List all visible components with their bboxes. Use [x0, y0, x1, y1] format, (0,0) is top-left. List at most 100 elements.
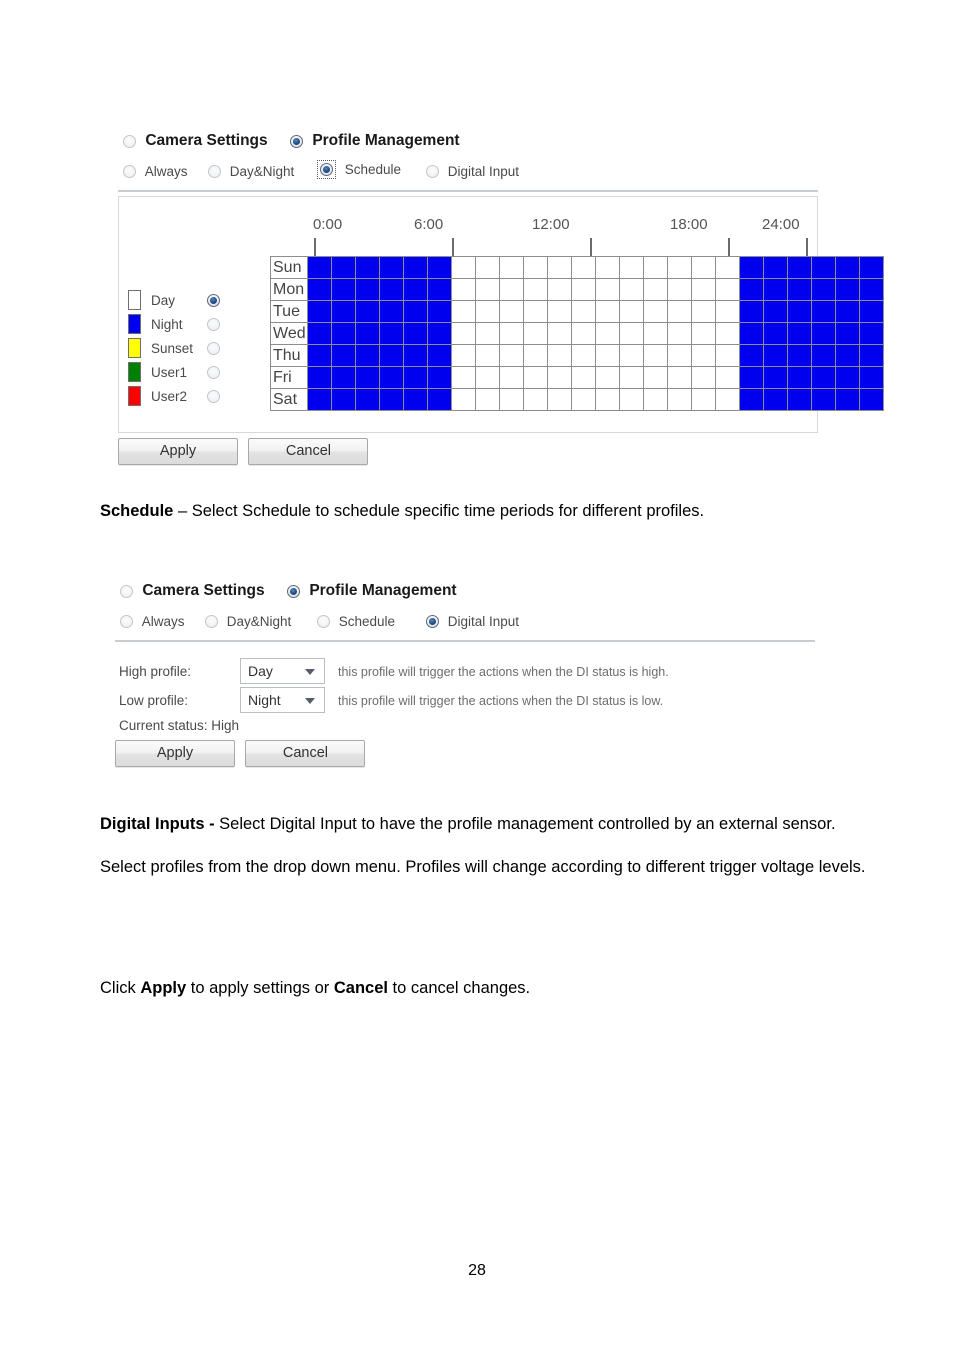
di-radio-daynight-indicator[interactable]: [205, 614, 218, 628]
schedule-cell[interactable]: [306, 322, 332, 345]
schedule-cell[interactable]: [498, 388, 524, 411]
schedule-cell[interactable]: [786, 322, 812, 345]
schedule-cell[interactable]: [642, 322, 668, 345]
di-radio-daynight[interactable]: Day&Night: [205, 613, 291, 629]
schedule-cell[interactable]: [354, 278, 380, 301]
schedule-cell[interactable]: [810, 366, 836, 389]
schedule-cell[interactable]: [426, 256, 452, 279]
schedule-cell[interactable]: [306, 388, 332, 411]
schedule-cell[interactable]: [474, 300, 500, 323]
radio-camera-settings[interactable]: Camera Settings: [123, 132, 268, 150]
schedule-cell[interactable]: [450, 278, 476, 301]
schedule-cell[interactable]: [786, 344, 812, 367]
schedule-cell[interactable]: [546, 344, 572, 367]
schedule-cell[interactable]: [570, 366, 596, 389]
schedule-cell[interactable]: [450, 322, 476, 345]
schedule-cell[interactable]: [810, 322, 836, 345]
schedule-cell[interactable]: [618, 300, 644, 323]
legend-radio-user2[interactable]: [207, 389, 220, 403]
schedule-cell[interactable]: [498, 300, 524, 323]
schedule-cancel-button[interactable]: Cancel: [248, 438, 369, 465]
digital-input-apply-button[interactable]: Apply: [115, 740, 235, 767]
schedule-cell[interactable]: [426, 278, 452, 301]
schedule-cell[interactable]: [570, 388, 596, 411]
high-profile-select[interactable]: Day: [240, 658, 325, 684]
schedule-cell[interactable]: [690, 366, 716, 389]
di-radio-camera-settings-indicator[interactable]: [120, 584, 133, 598]
schedule-cell[interactable]: [474, 366, 500, 389]
schedule-grid-table[interactable]: Sun Mon Tue Wed Thu Fri Sat: [270, 256, 884, 411]
schedule-cell[interactable]: [714, 256, 740, 279]
schedule-cell[interactable]: [834, 388, 860, 411]
legend-item-user2[interactable]: User2: [128, 384, 220, 408]
chevron-down-icon[interactable]: [305, 669, 315, 675]
di-radio-profile-management-indicator[interactable]: [287, 584, 300, 598]
schedule-cell[interactable]: [642, 300, 668, 323]
schedule-cell[interactable]: [306, 366, 332, 389]
schedule-cell[interactable]: [474, 322, 500, 345]
schedule-cell[interactable]: [330, 256, 356, 279]
schedule-cell[interactable]: [834, 256, 860, 279]
schedule-cell[interactable]: [354, 300, 380, 323]
schedule-cell[interactable]: [450, 388, 476, 411]
schedule-cell[interactable]: [858, 344, 884, 367]
di-radio-camera-settings[interactable]: Camera Settings: [120, 582, 265, 600]
schedule-cell[interactable]: [738, 256, 764, 279]
schedule-cell[interactable]: [666, 366, 692, 389]
schedule-cell[interactable]: [642, 278, 668, 301]
schedule-cell[interactable]: [738, 344, 764, 367]
schedule-cell[interactable]: [378, 256, 404, 279]
schedule-cell[interactable]: [402, 322, 428, 345]
schedule-cell[interactable]: [594, 344, 620, 367]
schedule-cell[interactable]: [738, 388, 764, 411]
schedule-cell[interactable]: [690, 300, 716, 323]
legend-radio-day[interactable]: [207, 293, 220, 307]
schedule-cell[interactable]: [594, 300, 620, 323]
schedule-cell[interactable]: [642, 344, 668, 367]
schedule-cell[interactable]: [690, 388, 716, 411]
schedule-cell[interactable]: [330, 300, 356, 323]
schedule-cell[interactable]: [306, 344, 332, 367]
schedule-cell[interactable]: [858, 366, 884, 389]
schedule-cell[interactable]: [834, 300, 860, 323]
schedule-cell[interactable]: [762, 256, 788, 279]
schedule-cell[interactable]: [378, 278, 404, 301]
schedule-cell[interactable]: [426, 300, 452, 323]
schedule-cell[interactable]: [858, 256, 884, 279]
schedule-cell[interactable]: [714, 344, 740, 367]
schedule-cell[interactable]: [618, 366, 644, 389]
schedule-cell[interactable]: [810, 300, 836, 323]
schedule-cell[interactable]: [522, 322, 548, 345]
schedule-cell[interactable]: [402, 388, 428, 411]
schedule-cell[interactable]: [306, 278, 332, 301]
schedule-cell[interactable]: [402, 300, 428, 323]
schedule-cell[interactable]: [402, 256, 428, 279]
schedule-cell[interactable]: [426, 366, 452, 389]
schedule-cell[interactable]: [498, 322, 524, 345]
low-profile-select[interactable]: Night: [240, 687, 325, 713]
radio-schedule-indicator[interactable]: [320, 163, 333, 176]
radio-daynight[interactable]: Day&Night: [208, 163, 294, 179]
schedule-cell[interactable]: [474, 278, 500, 301]
schedule-cell[interactable]: [546, 278, 572, 301]
schedule-cell[interactable]: [834, 344, 860, 367]
schedule-cell[interactable]: [570, 322, 596, 345]
schedule-cell[interactable]: [450, 344, 476, 367]
schedule-cell[interactable]: [594, 256, 620, 279]
schedule-cell[interactable]: [666, 388, 692, 411]
schedule-cell[interactable]: [810, 388, 836, 411]
schedule-cell[interactable]: [762, 278, 788, 301]
schedule-cell[interactable]: [402, 278, 428, 301]
schedule-cell[interactable]: [714, 278, 740, 301]
schedule-cell[interactable]: [738, 322, 764, 345]
schedule-cell[interactable]: [426, 388, 452, 411]
radio-always-indicator[interactable]: [123, 164, 136, 178]
schedule-apply-button[interactable]: Apply: [118, 438, 238, 465]
schedule-cell[interactable]: [738, 366, 764, 389]
schedule-cell[interactable]: [786, 388, 812, 411]
schedule-cell[interactable]: [618, 322, 644, 345]
schedule-cell[interactable]: [378, 322, 404, 345]
legend-radio-user1[interactable]: [207, 365, 220, 379]
di-radio-digital-input-indicator[interactable]: [426, 614, 439, 628]
schedule-cell[interactable]: [762, 388, 788, 411]
